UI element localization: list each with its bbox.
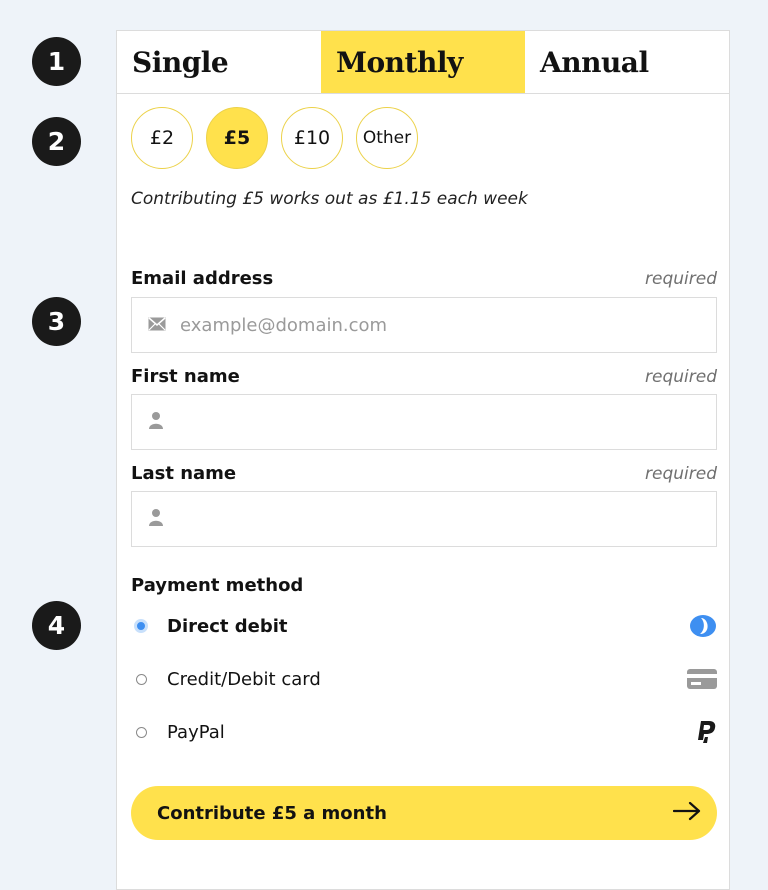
amount-option-10[interactable]: £10 [281,107,343,169]
first-name-field[interactable] [131,394,717,450]
radio-card[interactable] [136,673,147,685]
email-label: Email address [131,268,274,289]
amount-selector: £2 £5 £10 Other [131,107,418,169]
paypal-label: PayPal [167,721,225,743]
envelope-icon [148,316,166,335]
first-name-input[interactable] [176,394,716,450]
step-marker-3: 3 [32,297,81,346]
direct-debit-icon [687,614,717,638]
first-name-label-row: First name required [131,366,717,387]
step-marker-4: 4 [32,601,81,650]
direct-debit-label: Direct debit [167,615,288,637]
payment-method-title: Payment method [131,575,304,596]
tab-single[interactable]: Single [117,31,321,93]
arrow-right-icon [672,801,701,825]
last-name-required-hint: required [645,464,717,484]
tab-monthly[interactable]: Monthly [321,31,525,93]
last-name-input[interactable] [176,491,716,547]
email-label-row: Email address required [131,268,717,289]
first-name-label: First name [131,366,240,387]
last-name-label: Last name [131,463,237,484]
email-input[interactable] [178,297,716,353]
contribute-button[interactable]: Contribute £5 a month [131,786,717,840]
amount-option-other[interactable]: Other [356,107,418,169]
paypal-icon [687,720,717,744]
card-label: Credit/Debit card [167,668,321,690]
tab-annual[interactable]: Annual [525,31,729,93]
amount-option-5[interactable]: £5 [206,107,268,169]
frequency-tabs: Single Monthly Annual [117,31,729,94]
radio-direct-debit[interactable] [134,619,148,633]
radio-paypal[interactable] [136,726,147,738]
payment-option-card[interactable]: Credit/Debit card [131,659,717,699]
first-name-required-hint: required [645,367,717,387]
email-field[interactable] [131,297,717,353]
last-name-label-row: Last name required [131,463,717,484]
email-required-hint: required [645,269,717,289]
step-marker-2: 2 [32,117,81,166]
payment-option-paypal[interactable]: PayPal [131,712,717,752]
last-name-field[interactable] [131,491,717,547]
person-icon [148,411,164,433]
weekly-equivalent-note: Contributing £5 works out as £1.15 each … [131,189,528,209]
contribute-button-label: Contribute £5 a month [157,802,387,824]
payment-option-direct-debit[interactable]: Direct debit [131,606,717,646]
step-marker-1: 1 [32,37,81,86]
person-icon [148,508,164,530]
credit-card-icon [687,669,717,689]
amount-option-2[interactable]: £2 [131,107,193,169]
contribution-panel: Single Monthly Annual £2 £5 £10 Other Co… [116,30,730,890]
